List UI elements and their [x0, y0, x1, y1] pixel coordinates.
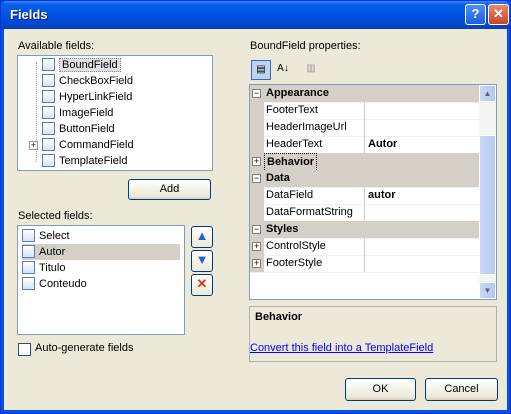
row-gutter	[250, 102, 264, 119]
fields-dialog: Fields ? ✕ Available fields: BoundField …	[0, 0, 511, 414]
row-gutter	[250, 136, 264, 153]
property-row[interactable]: HeaderImageUrl	[250, 119, 480, 137]
row-gutter	[250, 204, 264, 221]
selected-fields-label: Selected fields:	[18, 210, 93, 222]
autogenerate-checkbox[interactable]	[18, 343, 31, 356]
command-icon	[42, 137, 55, 151]
column-separator	[364, 255, 365, 272]
move-down-button[interactable]: ▼	[191, 250, 213, 272]
collapse-icon[interactable]: −	[252, 89, 261, 98]
property-value[interactable]: autor	[368, 187, 396, 204]
image-icon	[42, 105, 55, 119]
window-title: Fields	[10, 7, 48, 22]
collapse-icon[interactable]: −	[252, 225, 261, 234]
property-grid-scrollbar[interactable]: ▲ ▼	[479, 85, 496, 299]
autogenerate-label: Auto-generate fields	[35, 342, 134, 354]
tree-item-buttonfield[interactable]: ButtonField	[42, 121, 115, 137]
title-bar[interactable]: Fields ? ✕	[1, 1, 510, 29]
checkbox-icon	[42, 73, 55, 87]
collapse-icon[interactable]: −	[252, 174, 261, 183]
available-fields-tree[interactable]: BoundField CheckBoxField HyperLinkField …	[17, 55, 213, 171]
convert-to-templatefield-link[interactable]: Convert this field into a TemplateField	[250, 342, 433, 354]
property-name: DataFormatString	[266, 206, 353, 218]
expand-icon[interactable]: +	[252, 259, 261, 268]
expand-icon[interactable]: +	[252, 242, 261, 251]
boundfield-icon	[22, 276, 35, 290]
selected-item-autor[interactable]: Autor	[22, 244, 180, 260]
row-gutter	[250, 119, 264, 136]
selected-item-titulo[interactable]: Titulo	[22, 260, 66, 276]
property-name: HeaderText	[266, 138, 323, 150]
property-grid-toolbar: ▤ A↓ ▥	[249, 58, 497, 82]
property-row[interactable]: + ControlStyle	[250, 238, 480, 256]
tree-item-templatefield[interactable]: TemplateField	[42, 153, 127, 169]
property-row[interactable]: DataField autor	[250, 187, 480, 205]
template-icon	[42, 153, 55, 167]
property-row[interactable]: + FooterStyle	[250, 255, 480, 273]
property-row[interactable]: FooterText	[250, 102, 480, 120]
property-name: FooterStyle	[266, 257, 323, 269]
boundfield-icon	[22, 244, 35, 258]
button-icon	[42, 121, 55, 135]
hyperlink-icon	[42, 89, 55, 103]
property-category[interactable]: − Appearance	[250, 85, 480, 103]
column-separator	[364, 102, 365, 119]
property-category[interactable]: + Behavior	[250, 153, 480, 172]
scroll-down-icon[interactable]: ▼	[479, 282, 496, 299]
row-gutter	[250, 187, 264, 204]
arrow-down-icon: ▼	[195, 252, 209, 267]
ok-button[interactable]: OK	[345, 378, 416, 401]
column-separator	[364, 238, 365, 255]
property-name: Appearance	[266, 87, 329, 99]
property-row[interactable]: DataFormatString	[250, 204, 480, 222]
property-value[interactable]: Autor	[368, 136, 397, 153]
delete-icon: ✕	[196, 276, 208, 291]
properties-label: BoundField properties:	[250, 40, 361, 52]
expand-icon[interactable]: +	[252, 157, 261, 166]
column-separator	[364, 136, 365, 153]
property-category[interactable]: − Styles	[250, 221, 480, 239]
boundfield-icon	[22, 260, 35, 274]
column-separator	[364, 204, 365, 221]
property-name: Data	[266, 172, 290, 184]
scroll-up-icon[interactable]: ▲	[479, 85, 496, 102]
tree-item-imagefield[interactable]: ImageField	[42, 105, 113, 121]
property-pages-icon[interactable]: ▥	[301, 60, 321, 80]
move-up-button[interactable]: ▲	[191, 226, 213, 248]
property-category[interactable]: − Data	[250, 170, 480, 188]
arrow-up-icon: ▲	[195, 228, 209, 243]
add-button[interactable]: Add	[128, 179, 211, 200]
help-button[interactable]: ?	[465, 4, 486, 25]
tree-item-checkboxfield[interactable]: CheckBoxField	[42, 73, 133, 89]
close-button[interactable]: ✕	[488, 4, 509, 25]
tree-item-hyperlinkfield[interactable]: HyperLinkField	[42, 89, 132, 105]
selected-item-select[interactable]: Select	[22, 228, 70, 244]
column-separator	[364, 187, 365, 204]
property-name: HeaderImageUrl	[266, 121, 347, 133]
tree-item-commandfield[interactable]: CommandField	[42, 137, 134, 153]
commandfield-expand-icon[interactable]: +	[29, 141, 38, 150]
property-name: FooterText	[266, 104, 318, 116]
categorized-icon[interactable]: ▤	[251, 60, 271, 80]
column-separator	[364, 119, 365, 136]
selected-fields-list[interactable]: Select Autor Titulo Conteudo	[17, 225, 185, 335]
alphabetical-sort-icon[interactable]: A↓	[273, 60, 293, 80]
property-name: DataField	[266, 189, 314, 201]
property-row[interactable]: HeaderText Autor	[250, 136, 480, 154]
selected-item-conteudo[interactable]: Conteudo	[22, 276, 87, 292]
boundfield-icon	[42, 57, 55, 71]
available-fields-label: Available fields:	[18, 40, 95, 52]
dialog-body: Available fields: BoundField CheckBoxFie…	[4, 29, 507, 410]
property-grid[interactable]: − Appearance FooterText HeaderImageUrl Heade…	[249, 84, 497, 300]
delete-button[interactable]: ✕	[191, 274, 213, 296]
cancel-button[interactable]: Cancel	[425, 378, 498, 401]
property-name: ControlStyle	[266, 240, 326, 252]
property-name: Styles	[266, 223, 299, 235]
description-title: Behavior	[255, 311, 303, 323]
command-icon	[22, 228, 35, 242]
scroll-thumb[interactable]	[479, 135, 496, 275]
tree-item-boundfield[interactable]: BoundField	[42, 57, 121, 73]
